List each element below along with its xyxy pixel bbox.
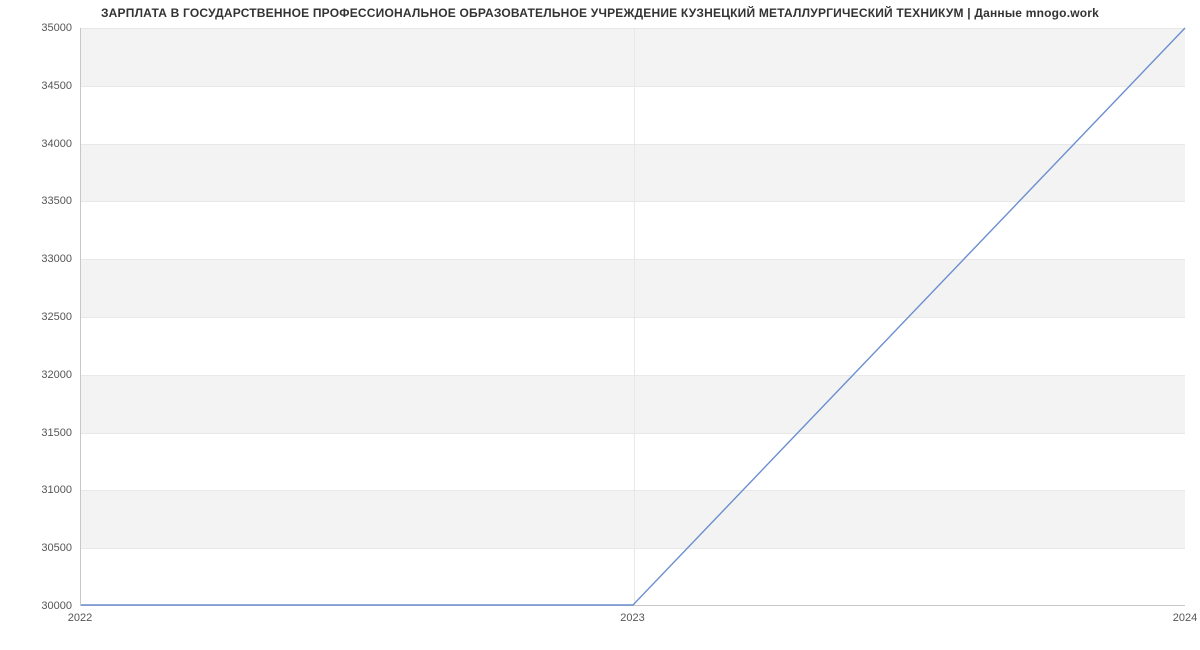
x-tick-label: 2022 [68,612,92,624]
line-path [81,28,1185,605]
y-tick-label: 33500 [41,195,72,207]
y-tick-label: 31500 [41,427,72,439]
y-tick-label: 31000 [41,484,72,496]
y-tick-label: 30000 [41,600,72,612]
y-tick-label: 32000 [41,369,72,381]
y-tick-label: 34500 [41,80,72,92]
plot-area [80,28,1185,606]
chart-container: ЗАРПЛАТА В ГОСУДАРСТВЕННОЕ ПРОФЕССИОНАЛЬ… [0,0,1200,650]
x-tick-label: 2023 [620,612,644,624]
line-series [81,28,1185,605]
y-tick-label: 30500 [41,542,72,554]
x-tick-label: 2024 [1173,612,1197,624]
chart-title: ЗАРПЛАТА В ГОСУДАРСТВЕННОЕ ПРОФЕССИОНАЛЬ… [0,6,1200,20]
y-tick-label: 35000 [41,22,72,34]
y-tick-label: 34000 [41,138,72,150]
y-tick-label: 33000 [41,253,72,265]
y-tick-label: 32500 [41,311,72,323]
